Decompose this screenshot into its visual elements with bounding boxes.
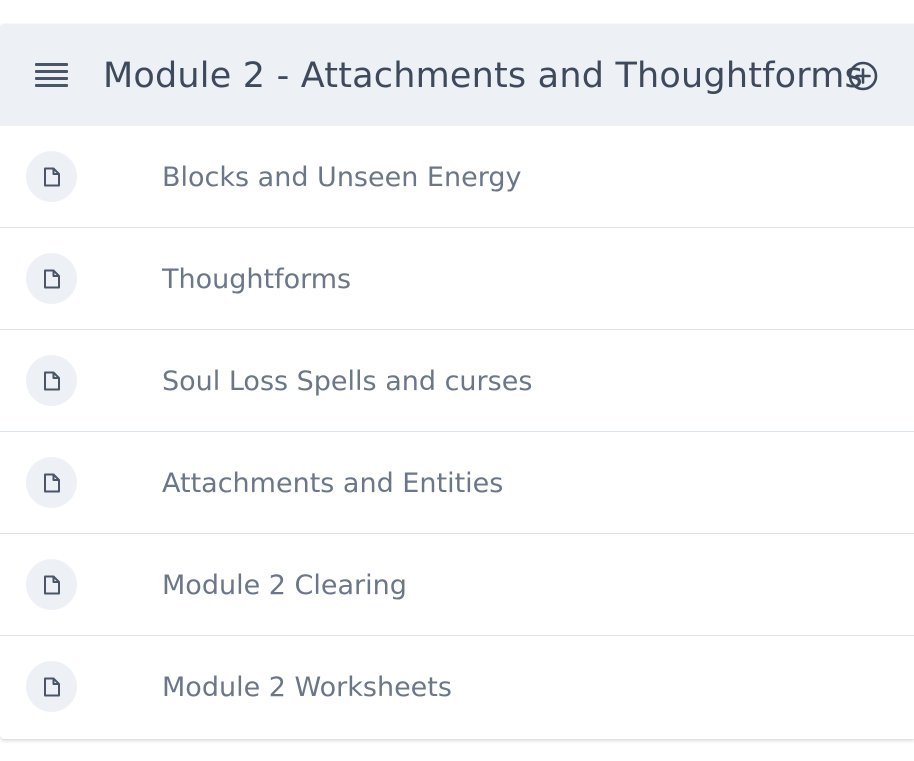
lesson-title[interactable]: Blocks and Unseen Energy	[162, 126, 521, 227]
lesson-title[interactable]: Module 2 Clearing	[162, 534, 407, 635]
plus-circle-icon[interactable]	[847, 60, 879, 92]
lesson-title[interactable]: Soul Loss Spells and curses	[162, 330, 532, 431]
list-item[interactable]: Thoughtforms	[0, 228, 914, 330]
module-header: Module 2 - Attachments and Thoughtforms	[0, 24, 914, 126]
document-icon	[26, 457, 77, 508]
document-icon	[26, 151, 77, 202]
document-icon	[26, 253, 77, 304]
lesson-title[interactable]: Attachments and Entities	[162, 432, 503, 533]
document-icon	[26, 661, 77, 712]
module-title: Module 2 - Attachments and Thoughtforms	[103, 56, 863, 96]
document-icon	[26, 355, 77, 406]
lesson-list: Blocks and Unseen Energy Thoughtforms So…	[0, 126, 914, 739]
document-icon	[26, 559, 77, 610]
menu-lines-icon[interactable]	[35, 62, 68, 88]
list-item[interactable]: Attachments and Entities	[0, 432, 914, 534]
list-item[interactable]: Soul Loss Spells and curses	[0, 330, 914, 432]
list-item[interactable]: Blocks and Unseen Energy	[0, 126, 914, 228]
module-card: Module 2 - Attachments and Thoughtforms …	[0, 24, 914, 739]
list-item[interactable]: Module 2 Clearing	[0, 534, 914, 636]
list-item[interactable]: Module 2 Worksheets	[0, 636, 914, 739]
lesson-title[interactable]: Module 2 Worksheets	[162, 636, 452, 737]
lesson-title[interactable]: Thoughtforms	[162, 228, 351, 329]
